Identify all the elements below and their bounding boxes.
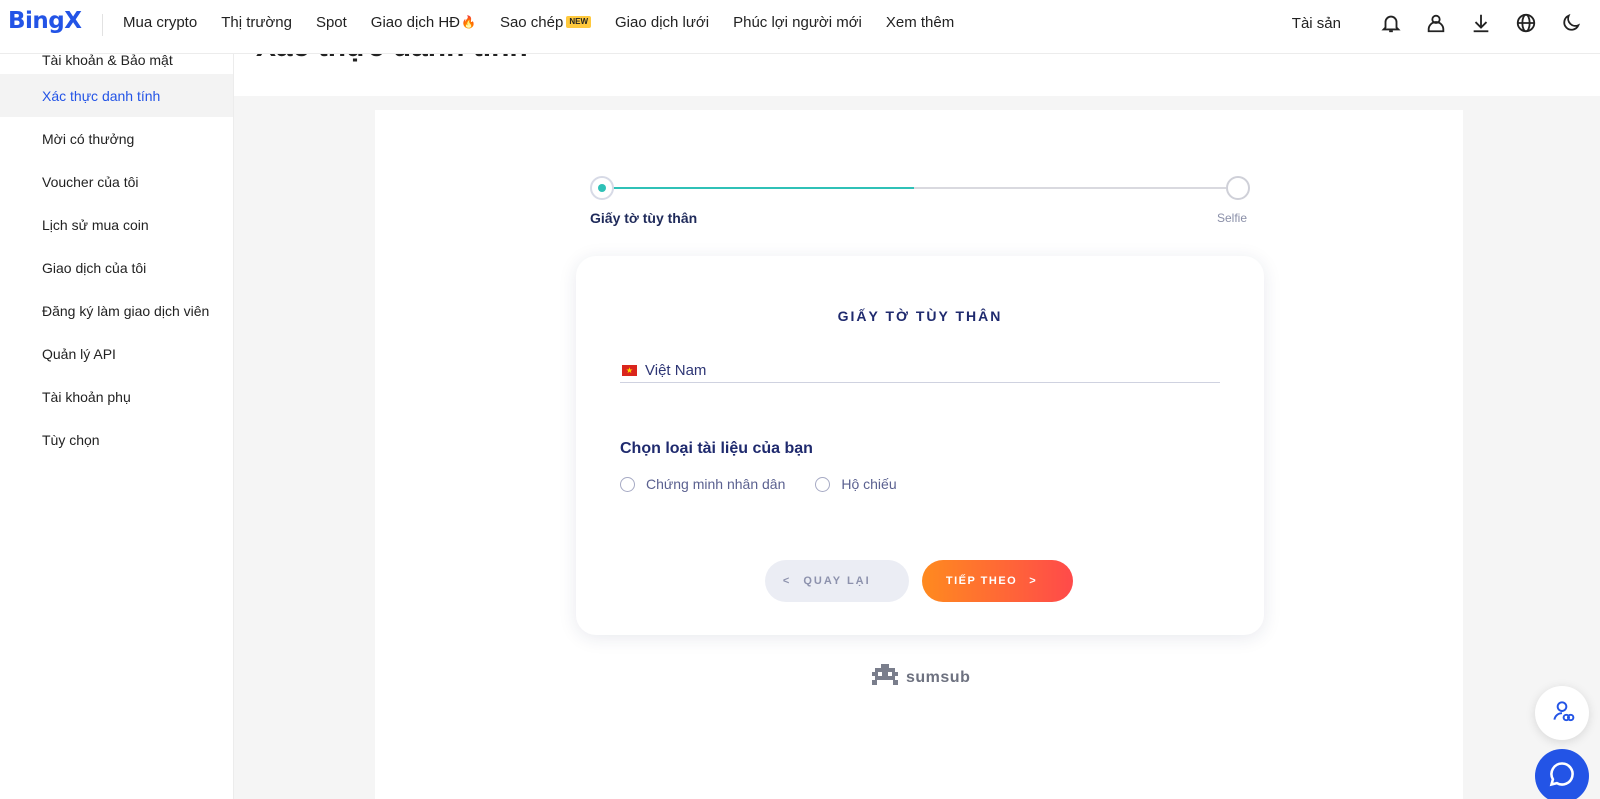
vietnam-flag-icon: ★ [622,365,637,376]
sidebar-item-label: Quản lý API [42,345,116,362]
document-type-options: Chứng minh nhân dân Hộ chiếu [620,476,927,492]
back-button-label: QUAY LẠI [803,575,871,587]
user-icon[interactable] [1423,10,1449,36]
step-label-id-document: Giấy tờ tùy thân [590,210,698,226]
nav-label: Thị trường [221,13,292,31]
page-title: Xác thực danh tính [256,54,528,64]
card-title: GIẤY TỜ TÙY THÂN [837,308,1003,324]
sumsub-branding: sumsub [870,664,970,691]
account-sidebar: Tài khoản & Bảo mật Xác thực danh tính M… [0,52,234,799]
country-value: Việt Nam [645,362,707,379]
header-actions: Tài sản [1292,10,1584,36]
next-button[interactable]: TIẾP THEO > [922,560,1073,602]
sidebar-item-account-security[interactable]: Tài khoản & Bảo mật [0,52,233,74]
sumsub-logo-icon [870,664,900,691]
radio-label: Hộ chiếu [841,476,897,492]
sidebar-item-become-trader[interactable]: Đăng ký làm giao dịch viên [0,289,233,332]
next-button-label: TIẾP THEO [945,575,1018,587]
new-badge: NEW [566,16,592,28]
bell-icon[interactable] [1378,10,1404,36]
radio-circle[interactable] [620,476,635,492]
sidebar-item-label: Voucher của tôi [42,173,139,190]
step-label-selfie: Selfie [1217,211,1248,225]
nav-label: Mua crypto [123,13,198,31]
nav-label: Giao dịch lưới [615,13,710,31]
fire-icon: 🔥 [461,15,476,29]
sidebar-item-label: Tài khoản & Bảo mật [42,52,173,68]
nav-grid-trading[interactable]: Giao dịch lưới [615,12,709,32]
nav-markets[interactable]: Thị trường [221,12,292,32]
sidebar-item-referral[interactable]: Mời có thưởng [0,117,233,160]
sumsub-wordmark: sumsub [906,668,971,686]
moon-icon[interactable] [1558,10,1584,36]
sidebar-item-sub-accounts[interactable]: Tài khoản phụ [0,375,233,418]
sidebar-item-identity-verification[interactable]: Xác thực danh tính [0,74,233,117]
stepper-progress [602,187,914,189]
nav-spot[interactable]: Spot [316,12,347,32]
main-nav: Mua crypto Thị trường Spot Giao dịch HĐ 🔥… [123,12,978,32]
sidebar-item-label: Đăng ký làm giao dịch viên [42,302,210,319]
back-button[interactable]: < QUAY LẠI < [765,560,909,602]
sidebar-item-buy-history[interactable]: Lịch sử mua coin [0,203,233,246]
sidebar-item-preferences[interactable]: Tùy chọn [0,418,233,461]
sidebar-item-label: Tài khoản phụ [42,388,131,405]
nav-label: Spot [315,13,347,31]
sidebar-item-my-trades[interactable]: Giao dịch của tôi [0,246,233,289]
nav-label: Sao chép [499,13,564,31]
sidebar-item-label: Lịch sử mua coin [42,216,149,233]
nav-futures[interactable]: Giao dịch HĐ 🔥 [371,12,476,32]
page-header: Xác thực danh tính [234,54,1600,96]
customer-service-icon [1549,698,1575,729]
nav-copy-trading[interactable]: Sao chép NEW [499,12,592,32]
nav-label: Giao dịch HĐ [370,13,460,31]
top-navbar: BingX Mua crypto Thị trường Spot Giao dị… [0,0,1600,54]
verification-stepper: Giấy tờ tùy thân Selfie [590,174,1250,234]
nav-buy-crypto[interactable]: Mua crypto [123,12,197,32]
nav-newbie-rewards[interactable]: Phúc lợi người mới [733,12,862,32]
nav-label: Phúc lợi người mới [733,13,862,31]
globe-icon[interactable] [1513,10,1539,36]
radio-id-card[interactable]: Chứng minh nhân dân [620,476,785,492]
radio-passport[interactable]: Hộ chiếu [815,476,897,492]
chevron-right-icon: > [1029,575,1038,587]
support-float-button[interactable] [1535,686,1589,740]
sidebar-item-vouchers[interactable]: Voucher của tôi [0,160,233,203]
assets-link[interactable]: Tài sản [1292,15,1341,32]
document-type-heading: Chọn loại tài liệu của bạn [620,440,813,457]
logo-divider [102,14,103,36]
radio-label: Chứng minh nhân dân [646,476,786,492]
sidebar-item-label: Giao dịch của tôi [42,259,147,276]
nav-label: Xem thêm [885,13,955,31]
chat-bubble-icon [1548,760,1576,793]
bingx-logo[interactable]: BingX [8,8,82,34]
step-dot-selfie [1226,176,1250,200]
sidebar-item-label: Tùy chọn [42,431,100,448]
chat-float-button[interactable] [1535,749,1589,799]
sidebar-item-api-management[interactable]: Quản lý API [0,332,233,375]
sidebar-item-label: Mời có thưởng [42,130,135,147]
download-icon[interactable] [1468,10,1494,36]
step-dot-current [590,176,614,200]
document-card: GIẤY TỜ TÙY THÂN ★ Việt Nam Chọn loại tà… [576,256,1264,635]
nav-more[interactable]: Xem thêm [886,12,954,32]
chevron-left-icon: < [782,575,792,587]
radio-circle[interactable] [815,476,831,492]
country-select[interactable]: ★ Việt Nam [620,359,1220,383]
sidebar-item-label: Xác thực danh tính [42,87,161,104]
